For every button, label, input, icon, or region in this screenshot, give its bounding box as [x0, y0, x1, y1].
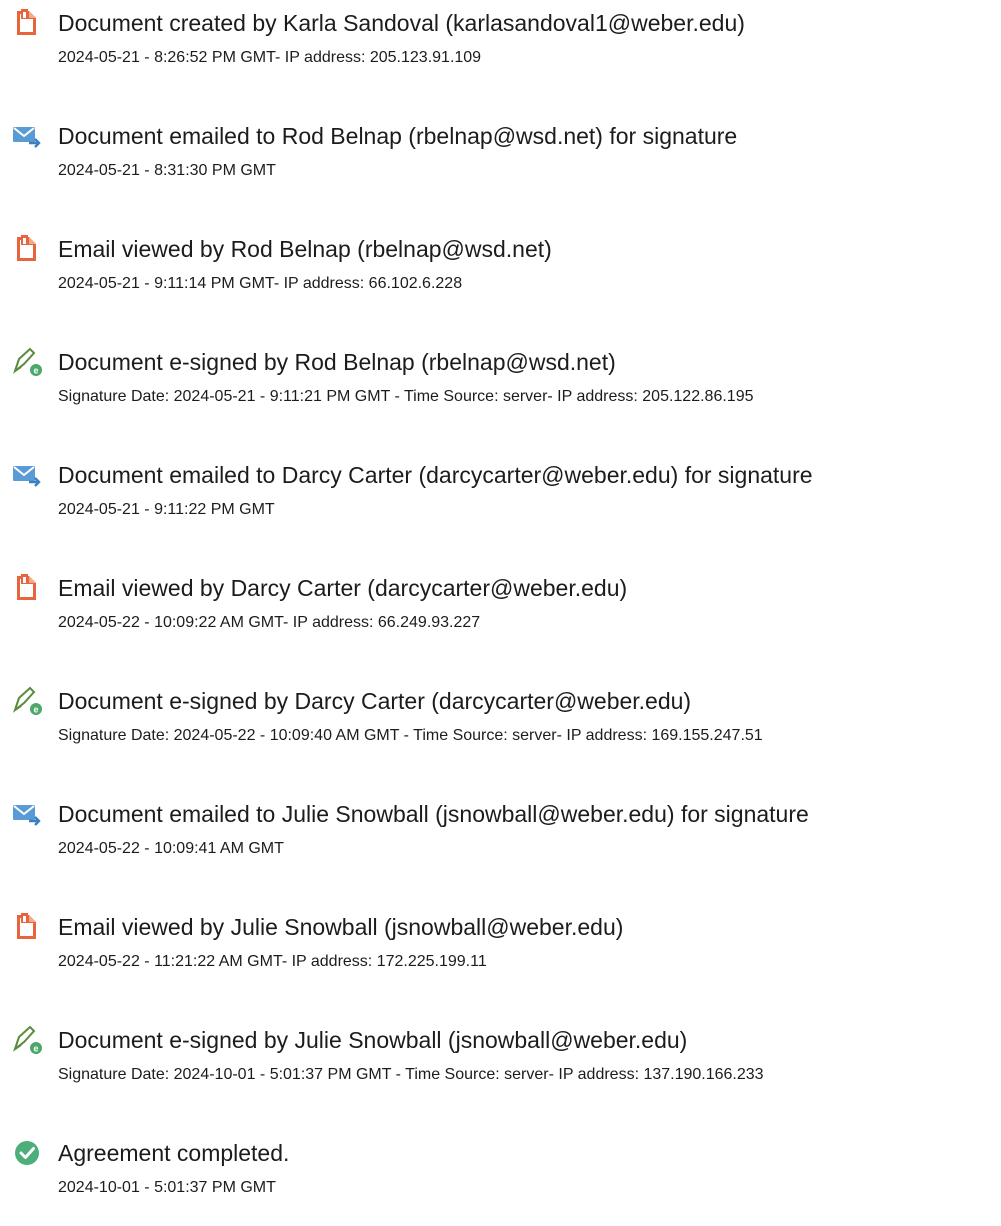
event-title: Document emailed to Darcy Carter (darcyc…: [58, 462, 813, 488]
e-signed-icon: e: [11, 1023, 45, 1057]
history-event: Document emailed to Darcy Carter (darcyc…: [0, 458, 1001, 548]
history-event: e Document e-signed by Julie Snowball (j…: [0, 1023, 1001, 1113]
e-signed-icon: e: [11, 345, 45, 379]
email-sent-icon: [11, 458, 45, 492]
event-title: Email viewed by Julie Snowball (jsnowbal…: [58, 914, 624, 940]
email-sent-icon: [11, 797, 45, 831]
event-title: Document created by Karla Sandoval (karl…: [58, 10, 745, 36]
event-title: Document e-signed by Rod Belnap (rbelnap…: [58, 349, 616, 375]
event-title: Agreement completed.: [58, 1140, 290, 1166]
history-event: e Document e-signed by Rod Belnap (rbeln…: [0, 345, 1001, 435]
email-viewed-icon: [11, 232, 45, 266]
event-detail: 2024-05-22 - 10:09:41 AM GMT: [58, 840, 284, 857]
event-detail: 2024-05-22 - 11:21:22 AM GMT- IP address…: [58, 953, 487, 970]
event-detail: 2024-10-01 - 5:01:37 PM GMT: [58, 1179, 276, 1196]
history-event: Document emailed to Julie Snowball (jsno…: [0, 797, 1001, 887]
email-viewed-icon: [11, 571, 45, 605]
history-event: Email viewed by Rod Belnap (rbelnap@wsd.…: [0, 232, 1001, 322]
history-event: Agreement completed. 2024-10-01 - 5:01:3…: [0, 1136, 1001, 1226]
event-detail: 2024-05-21 - 8:31:30 PM GMT: [58, 162, 276, 179]
event-title: Document e-signed by Darcy Carter (darcy…: [58, 688, 692, 714]
e-signed-icon: e: [11, 684, 45, 718]
audit-history: Document created by Karla Sandoval (karl…: [0, 0, 1001, 1224]
event-detail: 2024-05-21 - 9:11:22 PM GMT: [58, 501, 275, 518]
svg-text:e: e: [33, 366, 38, 376]
event-title: Document emailed to Rod Belnap (rbelnap@…: [58, 123, 738, 149]
event-detail: 2024-05-21 - 9:11:14 PM GMT- IP address:…: [58, 275, 463, 292]
event-title: Email viewed by Darcy Carter (darcycarte…: [58, 575, 628, 601]
event-detail: 2024-05-22 - 10:09:22 AM GMT- IP address…: [58, 614, 481, 631]
email-viewed-icon: [11, 910, 45, 944]
history-event: Email viewed by Julie Snowball (jsnowbal…: [0, 910, 1001, 1000]
event-detail: Signature Date: 2024-05-22 - 10:09:40 AM…: [58, 727, 763, 744]
event-title: Document emailed to Julie Snowball (jsno…: [58, 801, 809, 827]
svg-text:e: e: [33, 1044, 38, 1054]
svg-text:e: e: [33, 705, 38, 715]
history-event: Document created by Karla Sandoval (karl…: [0, 6, 1001, 96]
event-title: Email viewed by Rod Belnap (rbelnap@wsd.…: [58, 236, 552, 262]
document-created-icon: [11, 6, 45, 40]
agreement-completed-icon: [11, 1136, 45, 1170]
email-sent-icon: [11, 119, 45, 153]
event-detail: Signature Date: 2024-10-01 - 5:01:37 PM …: [58, 1066, 764, 1083]
history-event: Document emailed to Rod Belnap (rbelnap@…: [0, 119, 1001, 209]
history-event: Email viewed by Darcy Carter (darcycarte…: [0, 571, 1001, 661]
event-title: Document e-signed by Julie Snowball (jsn…: [58, 1027, 688, 1053]
event-detail: 2024-05-21 - 8:26:52 PM GMT- IP address:…: [58, 49, 482, 66]
event-detail: Signature Date: 2024-05-21 - 9:11:21 PM …: [58, 388, 754, 405]
history-event: e Document e-signed by Darcy Carter (dar…: [0, 684, 1001, 774]
